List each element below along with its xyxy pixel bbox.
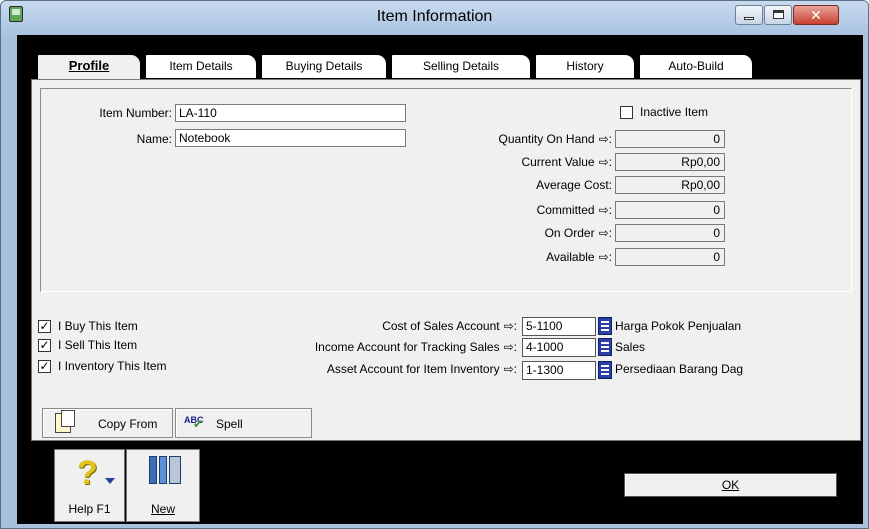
- close-icon: ✕: [810, 7, 822, 23]
- committed-label: Committed ⇨:: [536, 203, 612, 217]
- tab-auto-build[interactable]: Auto-Build: [639, 54, 753, 78]
- new-button[interactable]: New: [126, 449, 200, 522]
- sell-item-checkbox[interactable]: ✓: [38, 339, 51, 352]
- sell-item-label: I Sell This Item: [58, 338, 138, 352]
- asset-account-label: Asset Account for Item Inventory ⇨:: [326, 362, 517, 376]
- maximize-icon: [773, 10, 784, 19]
- account-label: Income Account for Tracking Sales: [314, 340, 500, 354]
- inactive-item-checkbox[interactable]: [620, 106, 633, 119]
- copy-from-button[interactable]: Copy From: [42, 408, 173, 438]
- help-label: Help F1: [68, 502, 111, 516]
- available-value: 0: [615, 248, 725, 266]
- spell-label: Spell: [216, 417, 243, 431]
- new-books-icon: [149, 456, 183, 484]
- maximize-button[interactable]: [764, 5, 792, 25]
- zoom-arrow-icon[interactable]: ⇨: [599, 203, 609, 217]
- cost-of-sales-label: Cost of Sales Account ⇨:: [382, 319, 517, 333]
- help-question-icon: ?: [77, 454, 98, 492]
- ok-button[interactable]: OK: [624, 473, 837, 497]
- spellcheck-icon: ABC: [184, 415, 204, 431]
- tab-selling-details[interactable]: Selling Details: [391, 54, 531, 78]
- buy-item-checkbox[interactable]: ✓: [38, 320, 51, 333]
- tab-label: Item Details: [169, 59, 233, 73]
- close-button[interactable]: ✕: [793, 5, 839, 25]
- copy-icon: [55, 410, 75, 433]
- income-account-label: Income Account for Tracking Sales ⇨:: [314, 340, 517, 354]
- tab-label: Buying Details: [285, 59, 363, 73]
- tab-label: Auto-Build: [668, 59, 724, 73]
- zoom-arrow-icon[interactable]: ⇨: [504, 362, 514, 376]
- tab-buying-details[interactable]: Buying Details: [261, 54, 387, 78]
- name-field[interactable]: Notebook: [175, 129, 406, 147]
- name-label: Name:: [136, 132, 172, 146]
- average-cost-label: Average Cost:: [536, 178, 612, 192]
- stat-label: Current Value: [521, 155, 595, 169]
- list-lookup-icon[interactable]: [598, 361, 612, 379]
- list-lookup-icon[interactable]: [598, 317, 612, 335]
- current-value-value: Rp0,00: [615, 153, 725, 171]
- on-order-label: On Order ⇨:: [544, 226, 612, 240]
- zoom-arrow-icon[interactable]: ⇨: [599, 250, 609, 264]
- zoom-arrow-icon[interactable]: ⇨: [599, 226, 609, 240]
- help-button[interactable]: ? Help F1: [54, 449, 125, 522]
- tab-item-details[interactable]: Item Details: [145, 54, 257, 78]
- tab-profile[interactable]: Profile: [37, 54, 141, 80]
- income-account-name: Sales: [615, 340, 646, 354]
- asset-account-field[interactable]: 1-1300: [522, 361, 596, 380]
- minimize-button[interactable]: [735, 5, 763, 25]
- profile-panel: Item Number: LA-110 Name: Notebook Inact…: [31, 79, 861, 441]
- tab-label: History: [566, 59, 604, 73]
- item-number-field[interactable]: LA-110: [175, 104, 406, 122]
- stat-label: Committed: [536, 203, 595, 217]
- spell-button[interactable]: ABC Spell: [175, 408, 312, 438]
- minimize-icon: [744, 17, 754, 20]
- tab-history[interactable]: History: [535, 54, 635, 78]
- zoom-arrow-icon[interactable]: ⇨: [599, 155, 609, 169]
- average-cost-value: Rp0,00: [615, 176, 725, 194]
- cost-of-sales-account-field[interactable]: 5-1100: [522, 317, 596, 336]
- asset-account-name: Persediaan Barang Dag: [615, 362, 744, 376]
- stat-label: On Order: [544, 226, 595, 240]
- stat-label: Quantity On Hand: [498, 132, 595, 146]
- inactive-item-label: Inactive Item: [640, 105, 709, 119]
- on-order-value: 0: [615, 224, 725, 242]
- tab-label: Selling Details: [422, 59, 500, 73]
- ok-label: OK: [721, 478, 740, 492]
- copy-from-label: Copy From: [98, 417, 158, 431]
- account-label: Cost of Sales Account: [382, 319, 500, 333]
- buy-item-label: I Buy This Item: [58, 319, 138, 333]
- stat-label: Available: [546, 250, 595, 264]
- income-account-field[interactable]: 4-1000: [522, 338, 596, 357]
- help-dropdown-icon: [105, 478, 115, 484]
- item-information-window: Item Information ✕ Profile Item Details …: [0, 0, 869, 529]
- new-label: New: [150, 502, 175, 516]
- quantity-on-hand-label: Quantity On Hand ⇨:: [498, 132, 612, 146]
- tab-label: Profile: [68, 58, 110, 73]
- zoom-arrow-icon[interactable]: ⇨: [504, 340, 514, 354]
- tab-bar: Profile Item Details Buying Details Sell…: [21, 54, 781, 80]
- inventory-item-checkbox[interactable]: ✓: [38, 360, 51, 373]
- zoom-arrow-icon[interactable]: ⇨: [504, 319, 514, 333]
- list-lookup-icon[interactable]: [598, 338, 612, 356]
- inventory-item-label: I Inventory This Item: [58, 359, 167, 373]
- account-label: Asset Account for Item Inventory: [326, 362, 500, 376]
- available-label: Available ⇨:: [546, 250, 612, 264]
- quantity-on-hand-value: 0: [615, 130, 725, 148]
- title-bar: Item Information ✕: [1, 1, 868, 35]
- cost-of-sales-account-name: Harga Pokok Penjualan: [615, 319, 742, 333]
- committed-value: 0: [615, 201, 725, 219]
- current-value-label: Current Value ⇨:: [521, 155, 612, 169]
- item-number-label: Item Number:: [99, 106, 172, 120]
- zoom-arrow-icon[interactable]: ⇨: [599, 132, 609, 146]
